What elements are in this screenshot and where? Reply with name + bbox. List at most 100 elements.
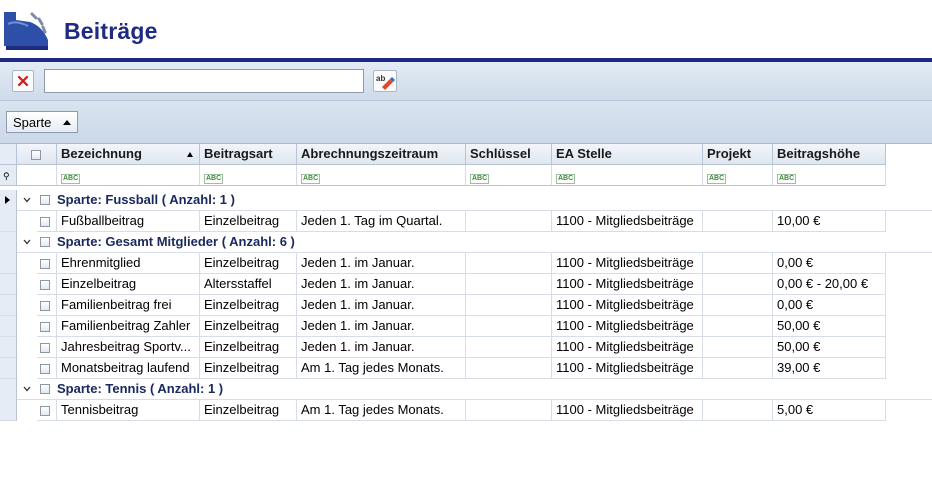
filter-checkbox-cell [17,165,57,186]
column-header-6[interactable]: Beitragshöhe [773,144,886,165]
cell-5 [703,400,773,421]
filter-cell-3[interactable]: ABC [466,165,552,186]
column-header-4[interactable]: EA Stelle [552,144,703,165]
row-indicator [0,232,17,253]
column-header-1[interactable]: Beitragsart [200,144,297,165]
cell-0: Monatsbeitrag laufend [57,358,200,379]
svg-text:ab: ab [376,74,385,83]
cell-6: 0,00 € [773,295,886,316]
table-row[interactable]: Einzelbeitrag Altersstaffel Jeden 1. im Ja… [0,274,932,295]
cell-3 [466,316,552,337]
row-indicator [0,295,17,316]
table-row[interactable]: Monatsbeitrag laufend Einzelbeitrag Am 1. … [0,358,932,379]
row-indicator [0,316,17,337]
spellcheck-button[interactable]: ab [373,70,397,92]
cell-1: Altersstaffel [200,274,297,295]
cell-4: 1100 - Mitgliedsbeiträge [552,211,703,232]
row-checkbox[interactable] [40,405,50,416]
text-filter-icon: ABC [61,173,81,184]
cell-6: 5,00 € [773,400,886,421]
text-filter-icon: ABC [556,173,576,184]
cell-5 [703,253,773,274]
cell-2: Jeden 1. Tag im Quartal. [297,211,466,232]
collapse-chevron-icon[interactable] [23,385,31,393]
table-row[interactable]: Tennisbeitrag Einzelbeitrag Am 1. Tag jede… [0,400,932,421]
filter-row-indicator: ⚲ [0,165,17,186]
filter-cell-6[interactable]: ABC [773,165,886,186]
text-filter-icon: ABC [204,173,224,184]
column-header-row: Bezeichnung Beitragsart Abrechnungszeitrau… [0,144,932,165]
table-row[interactable]: Fußballbeitrag Einzelbeitrag Jeden 1. Tag … [0,211,932,232]
row-checkbox[interactable] [40,279,50,290]
collapse-chevron-icon[interactable] [23,196,31,204]
column-header-2[interactable]: Abrechnungszeitraum [297,144,466,165]
row-indent [17,400,37,421]
table-row[interactable]: Ehrenmitglied Einzelbeitrag Jeden 1. im Ja… [0,253,932,274]
text-filter-icon: ABC [301,173,321,184]
group-checkbox[interactable] [40,195,50,205]
group-row[interactable]: Sparte: Tennis ( Anzahl: 1 ) [0,379,932,400]
search-input[interactable] [44,69,364,93]
cell-4: 1100 - Mitgliedsbeiträge [552,253,703,274]
cell-5 [703,316,773,337]
filter-cell-0[interactable]: ABC [57,165,200,186]
cell-5 [703,274,773,295]
cell-3 [466,274,552,295]
row-checkbox[interactable] [40,321,50,332]
group-by-sparte-chip[interactable]: Sparte [6,111,79,133]
cash-register-icon [4,12,48,50]
row-checkbox[interactable] [40,216,50,227]
cell-1: Einzelbeitrag [200,316,297,337]
table-row[interactable]: Familienbeitrag Zahler Einzelbeitrag Jeden… [0,316,932,337]
column-header-5[interactable]: Projekt [703,144,773,165]
clear-search-button[interactable] [12,70,34,92]
row-indicator [0,274,17,295]
column-header-label: Beitragshöhe [777,146,861,161]
cell-6: 10,00 € [773,211,886,232]
filter-cell-4[interactable]: ABC [552,165,703,186]
cell-4: 1100 - Mitgliedsbeiträge [552,358,703,379]
row-checkbox[interactable] [40,258,50,269]
column-header-3[interactable]: Schlüssel [466,144,552,165]
row-indicator [0,190,17,211]
cell-0: Ehrenmitglied [57,253,200,274]
cell-6: 0,00 € - 20,00 € [773,274,886,295]
group-checkbox[interactable] [40,384,50,394]
cell-6: 50,00 € [773,316,886,337]
cell-4: 1100 - Mitgliedsbeiträge [552,316,703,337]
close-icon [17,75,29,87]
column-header-label: Bezeichnung [61,146,142,161]
cell-0: Einzelbeitrag [57,274,200,295]
cell-2: Am 1. Tag jedes Monats. [297,358,466,379]
cell-2: Am 1. Tag jedes Monats. [297,400,466,421]
cell-3 [466,400,552,421]
row-checkbox-cell [37,211,57,232]
row-checkbox[interactable] [40,342,50,353]
row-checkbox[interactable] [40,300,50,311]
column-header-label: Abrechnungszeitraum [301,146,439,161]
group-row[interactable]: Sparte: Gesamt Mitglieder ( Anzahl: 6 ) [0,232,932,253]
group-checkbox[interactable] [40,237,50,247]
table-row[interactable]: Familienbeitrag frei Einzelbeitrag Jeden 1… [0,295,932,316]
cell-3 [466,358,552,379]
filter-cell-1[interactable]: ABC [200,165,297,186]
cell-0: Tennisbeitrag [57,400,200,421]
row-indent [17,337,37,358]
table-row[interactable]: Jahresbeitrag Sportv... Einzelbeitrag Jede… [0,337,932,358]
cell-3 [466,337,552,358]
filter-cell-2[interactable]: ABC [297,165,466,186]
column-header-label: Projekt [707,146,752,161]
row-checkbox-cell [37,400,57,421]
column-header-0[interactable]: Bezeichnung [57,144,200,165]
cell-2: Jeden 1. im Januar. [297,274,466,295]
select-all-cell [17,144,57,165]
cell-2: Jeden 1. im Januar. [297,316,466,337]
group-row[interactable]: Sparte: Fussball ( Anzahl: 1 ) [0,190,932,211]
row-indicator [0,211,17,232]
select-all-checkbox[interactable] [31,149,41,160]
collapse-chevron-icon[interactable] [23,238,31,246]
row-checkbox[interactable] [40,363,50,374]
filter-cell-5[interactable]: ABC [703,165,773,186]
row-indent [17,211,37,232]
cell-1: Einzelbeitrag [200,253,297,274]
